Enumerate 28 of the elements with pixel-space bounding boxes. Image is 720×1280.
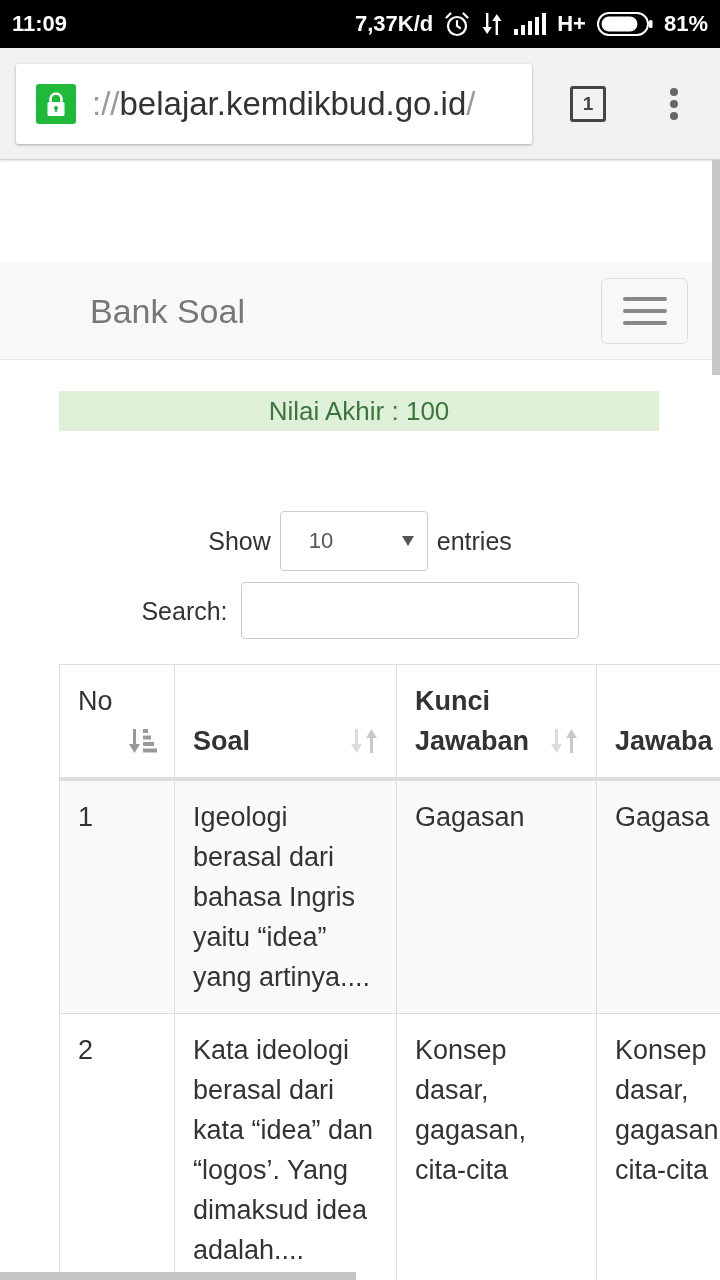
battery-icon — [596, 12, 653, 36]
status-time: 11:09 — [12, 11, 68, 37]
show-label: Show — [208, 526, 271, 556]
more-options-icon[interactable] — [670, 87, 678, 120]
entries-label: entries — [436, 526, 512, 556]
lock-icon — [36, 83, 76, 124]
signal-icon — [514, 13, 547, 35]
tab-switcher-button[interactable]: 1 — [570, 85, 606, 122]
entries-select[interactable]: 10 — [279, 511, 428, 571]
table-cell: Konsep dasar, gagasan cita-cita — [596, 1013, 720, 1280]
table-cell: 1 — [59, 779, 175, 1014]
table-cell: Igeologi berasal dari bahasa Ingris yaitu “idea” yang artinya.... — [174, 779, 397, 1014]
battery-percentage: 81% — [663, 11, 708, 37]
search-label: Search: — [141, 595, 228, 626]
table-cell: Gagasan — [396, 779, 597, 1014]
network-type: H+ — [557, 11, 586, 37]
url-text: ://belajar.kemdikbud.go.id/ — [92, 83, 476, 124]
network-speed: 7,37K/d — [354, 11, 434, 37]
caret-icon — [401, 536, 414, 546]
data-transfer-icon — [481, 12, 504, 36]
search-field[interactable] — [240, 582, 579, 639]
brand-title[interactable]: Bank Soal — [90, 290, 245, 331]
score-alert: Nilai Akhir : 100 — [59, 391, 659, 431]
menu-toggle-button[interactable] — [601, 277, 688, 344]
address-bar[interactable]: ://belajar.kemdikbud.go.id/ — [16, 63, 532, 144]
menu-icon — [622, 296, 667, 325]
table-cell: Gagasa — [596, 779, 720, 1014]
alarm-icon — [444, 11, 471, 37]
